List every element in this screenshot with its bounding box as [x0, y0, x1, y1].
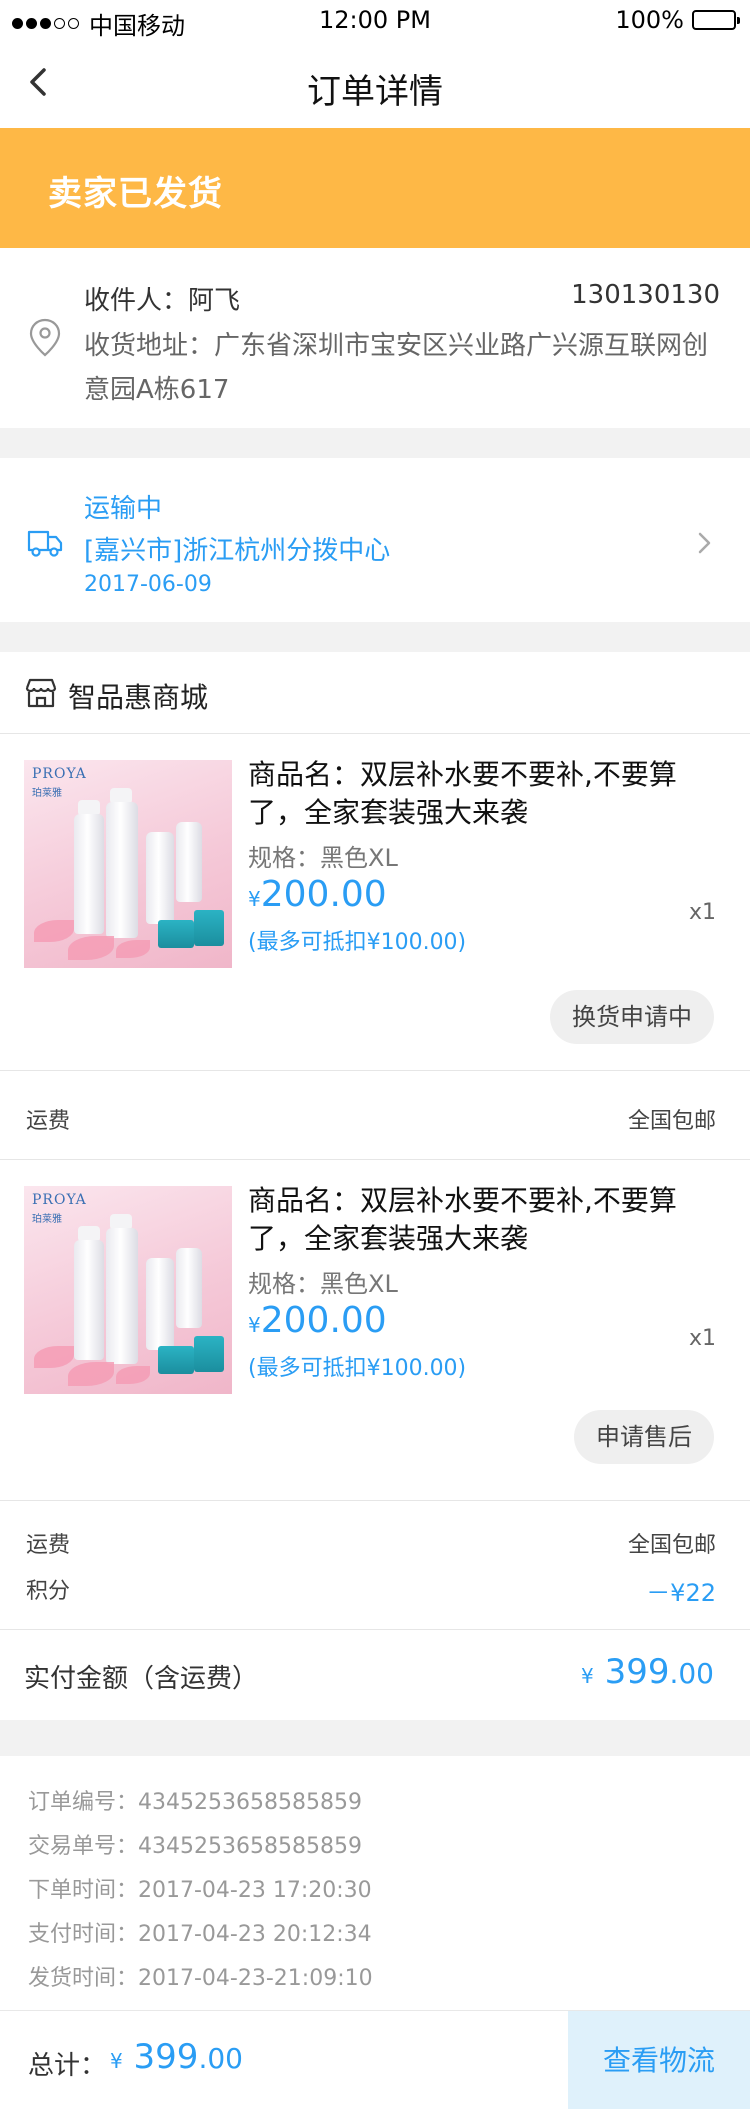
- logistics-card[interactable]: 运输中 [嘉兴市]浙江杭州分拨中心 2017-06-09: [0, 458, 750, 622]
- product-price: ¥200.00: [248, 874, 387, 915]
- order-number: 订单编号：4345253658585859: [28, 1790, 362, 1815]
- shipping-row: 运费 全国包邮: [0, 1071, 750, 1159]
- paid-amount-row: 实付金额（含运费） ¥ 399.00: [0, 1630, 750, 1720]
- payment-time: 支付时间：2017-04-23 20:12:34: [28, 1922, 372, 1947]
- bottom-bar: 总计： ¥ 399.00 查看物流: [0, 2010, 750, 2109]
- nav-bar: 订单详情: [0, 40, 750, 128]
- points-value: －¥22: [646, 1579, 716, 1607]
- product-brand-cn: 珀莱雅: [32, 788, 62, 799]
- view-logistics-button[interactable]: 查看物流: [568, 2011, 750, 2109]
- paid-amount-label: 实付金额（含运费）: [24, 1664, 259, 1694]
- shipping-label: 运费: [26, 1533, 71, 1558]
- after-sales-button[interactable]: 申请售后: [574, 1410, 714, 1464]
- amount-integer: 399: [133, 2037, 199, 2077]
- shop-icon: [25, 678, 57, 708]
- recipient-phone: 130130130: [571, 280, 720, 310]
- order-status-text: 卖家已发货: [48, 174, 223, 214]
- transaction-number: 交易单号：4345253658585859: [28, 1834, 362, 1859]
- product-image: PROYA 珀莱雅: [24, 1186, 232, 1394]
- price-value: 200.00: [260, 874, 387, 915]
- logistics-status: 运输中: [84, 494, 163, 524]
- order-status-banner: 卖家已发货: [0, 128, 750, 248]
- product-name: 商品名：双层补水要不要补,不要算了，全家套装强大来袭: [248, 1184, 677, 1255]
- order-time: 下单时间：2017-04-23 17:20:30: [28, 1878, 372, 1903]
- product-brand: PROYA: [32, 766, 87, 782]
- product-quantity: x1: [688, 1326, 716, 1351]
- product-brand-cn: 珀莱雅: [32, 1214, 62, 1225]
- currency-symbol: ¥: [110, 2049, 123, 2073]
- total-amount: ¥ 399.00: [110, 2037, 243, 2077]
- currency-symbol: ¥: [248, 1313, 261, 1337]
- paid-amount-value: ¥ 399.00: [581, 1652, 714, 1692]
- amount-decimal: .00: [669, 1657, 714, 1690]
- status-right: 100%: [615, 6, 740, 34]
- product-quantity: x1: [688, 900, 716, 925]
- deduction-note: (最多可抵扣¥100.00): [248, 930, 467, 955]
- amount-integer: 399: [604, 1652, 670, 1692]
- battery-percent: 100%: [615, 6, 684, 34]
- product-spec: 规格：黑色XL: [248, 844, 398, 872]
- product-spec: 规格：黑色XL: [248, 1270, 398, 1298]
- deduction-note: (最多可抵扣¥100.00): [248, 1356, 467, 1381]
- shipping-label: 运费: [26, 1109, 71, 1134]
- points-label: 积分: [26, 1579, 71, 1604]
- truck-icon: [27, 530, 63, 557]
- product-brand: PROYA: [32, 1192, 87, 1208]
- address-detail: 收货地址：广东省深圳市宝安区兴业路广兴源互联网创意园A栋617: [84, 331, 709, 405]
- shipping-value: 全国包邮: [627, 1533, 716, 1558]
- price-value: 200.00: [260, 1300, 387, 1341]
- ship-time: 发货时间：2017-04-23-21:09:10: [28, 1966, 373, 1991]
- order-item[interactable]: PROYA 珀莱雅 商品名：双层补水要不要补,不要算了，全家套装强大来袭 规格：…: [0, 734, 750, 1070]
- store-header[interactable]: 智品惠商城: [0, 652, 750, 734]
- order-info-block: 订单编号：4345253658585859 交易单号：4345253658585…: [0, 1756, 750, 2012]
- store-name: 智品惠商城: [68, 681, 209, 714]
- status-bar: 中国移动 12:00 PM 100%: [0, 0, 750, 40]
- currency-symbol: ¥: [581, 1664, 594, 1688]
- shipping-address-card: 收件人：阿飞 130130130 收货地址：广东省深圳市宝安区兴业路广兴源互联网…: [0, 248, 750, 428]
- product-price: ¥200.00: [248, 1300, 387, 1341]
- logistics-date: 2017-06-09: [84, 572, 212, 597]
- exchange-pending-button[interactable]: 换货申请中: [550, 990, 714, 1044]
- recipient-name: 收件人：阿飞: [84, 286, 241, 316]
- battery-icon: [692, 10, 740, 30]
- product-image: PROYA 珀莱雅: [24, 760, 232, 968]
- fees-block: 运费 全国包邮 积分 －¥22: [0, 1501, 750, 1629]
- total-label: 总计：: [28, 2051, 107, 2081]
- page-title: 订单详情: [307, 72, 443, 112]
- amount-decimal: .00: [198, 2042, 243, 2075]
- location-pin-icon: [29, 318, 61, 357]
- currency-symbol: ¥: [248, 887, 261, 911]
- product-name: 商品名：双层补水要不要补,不要算了，全家套装强大来袭: [248, 758, 677, 829]
- order-item[interactable]: PROYA 珀莱雅 商品名：双层补水要不要补,不要算了，全家套装强大来袭 规格：…: [0, 1160, 750, 1500]
- logistics-location: [嘉兴市]浙江杭州分拨中心: [84, 536, 391, 566]
- shipping-value: 全国包邮: [627, 1109, 716, 1134]
- chevron-right-icon: [698, 532, 711, 554]
